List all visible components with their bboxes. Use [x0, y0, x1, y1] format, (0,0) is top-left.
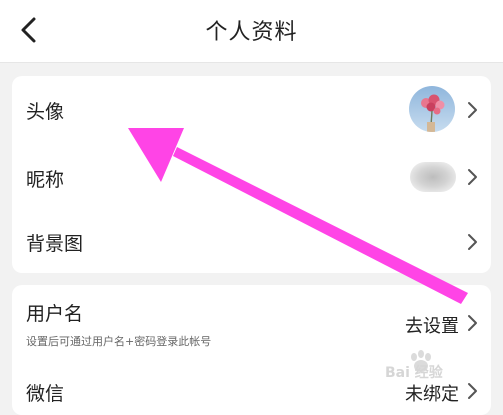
username-value: 去设置 [405, 316, 459, 337]
avatar-photo [409, 86, 455, 132]
background-row[interactable]: 背景图 [12, 208, 491, 273]
avatar-row[interactable]: 头像 [12, 76, 491, 143]
avatar[interactable] [409, 86, 455, 132]
wechat-label: 微信 [26, 383, 65, 405]
baidu-watermark: Bai 经验 [385, 350, 497, 393]
username-hint: 设置后可通过用户名+密码登录此帐号 [26, 335, 212, 348]
chevron-right-icon [468, 234, 477, 250]
page-title: 个人资料 [205, 20, 298, 45]
chevron-right-icon [468, 315, 477, 331]
top-bar: 个人资料 [0, 0, 503, 63]
profile-card: 头像 昵称 背景图 [12, 76, 491, 273]
username-label: 用户名 [26, 303, 84, 325]
chevron-right-icon [468, 102, 477, 118]
username-row[interactable]: 用户名 设置后可通过用户名+密码登录此帐号 去设置 [12, 285, 491, 355]
chevron-right-icon [468, 169, 477, 185]
nickname-value-blurred [410, 162, 456, 192]
watermark-text: Bai 经验 [385, 365, 443, 381]
avatar-label: 头像 [26, 101, 65, 123]
background-label: 背景图 [26, 233, 84, 255]
nickname-row[interactable]: 昵称 [12, 143, 491, 208]
nickname-label: 昵称 [26, 169, 65, 191]
